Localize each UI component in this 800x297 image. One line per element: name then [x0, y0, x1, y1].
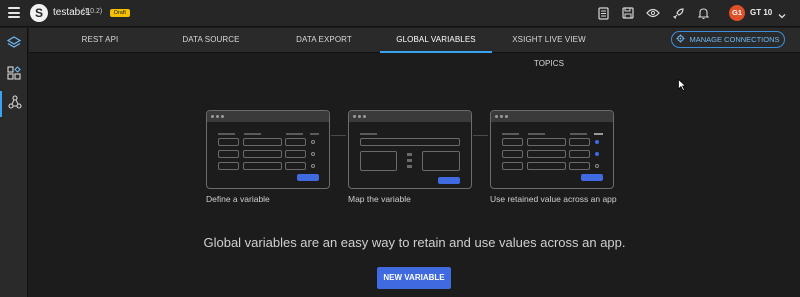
layers-icon [6, 35, 22, 55]
step-caption-map: Map the variable [348, 194, 411, 204]
bell-icon[interactable] [696, 6, 710, 20]
empty-state-message: Global variables are an easy way to reta… [203, 235, 626, 250]
mouse-cursor-icon [678, 78, 687, 91]
define-variable-illustration [206, 110, 330, 189]
top-bar: S testabc1 (1.0.2) Draft G1 GT 10 [0, 0, 800, 27]
user-name[interactable]: GT 10 [750, 8, 772, 17]
sidebar-item-components[interactable] [0, 62, 28, 88]
share-nodes-icon [8, 94, 22, 114]
map-variable-illustration [348, 110, 472, 189]
components-grid-icon [7, 65, 21, 85]
app-logo: S [30, 4, 48, 22]
chevron-down-icon[interactable] [777, 8, 787, 19]
tab-xsight-live-view-topics[interactable]: XSIGHT LIVE VIEW TOPICS [497, 28, 601, 68]
app-version: (1.0.2) [82, 8, 103, 15]
tab-global-variables[interactable]: GLOBAL VARIABLES [380, 28, 492, 53]
preview-eye-icon[interactable] [646, 6, 660, 20]
step-caption-define: Define a variable [206, 194, 270, 204]
step-connector [473, 135, 488, 136]
use-retained-value-illustration [490, 110, 614, 189]
tab-data-export[interactable]: DATA EXPORT [291, 28, 357, 53]
manage-connections-button[interactable]: MANAGE CONNECTIONS [671, 31, 785, 48]
left-sidebar [0, 28, 28, 297]
tab-data-source[interactable]: DATA SOURCE [177, 28, 245, 53]
new-variable-button[interactable]: NEW VARIABLE [377, 267, 451, 289]
sidebar-item-data[interactable] [0, 91, 28, 117]
save-icon[interactable] [621, 6, 635, 20]
hamburger-menu-icon[interactable] [8, 7, 20, 18]
status-badge: Draft [110, 9, 130, 17]
sidebar-item-layers[interactable] [0, 32, 28, 58]
avatar[interactable]: G1 [729, 5, 745, 21]
gear-icon [676, 34, 686, 45]
manage-connections-label: MANAGE CONNECTIONS [689, 35, 780, 44]
step-caption-use: Use retained value across an app [490, 194, 617, 204]
tab-bar: REST API DATA SOURCE DATA EXPORT GLOBAL … [29, 28, 800, 68]
document-icon[interactable] [596, 6, 610, 20]
step-connector [331, 135, 346, 136]
tab-rest-api[interactable]: REST API [71, 28, 129, 53]
rocket-icon[interactable] [671, 6, 685, 20]
